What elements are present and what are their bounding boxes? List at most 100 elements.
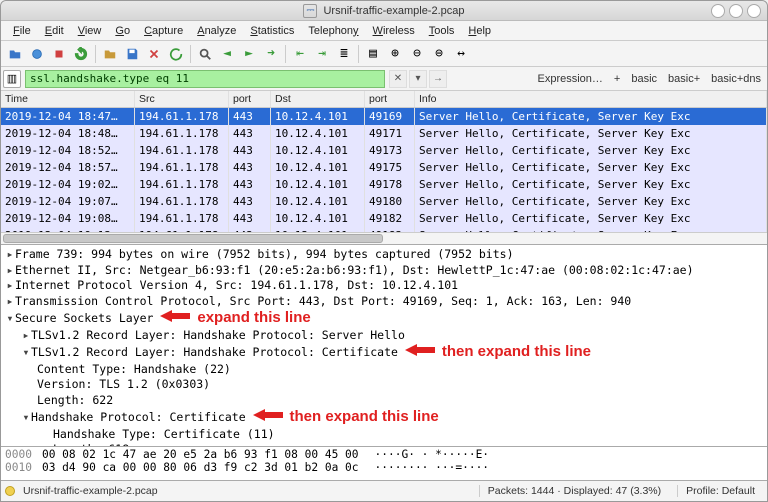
expand-toggle-icon[interactable]: ▾ (5, 311, 15, 327)
expert-info-icon[interactable] (5, 486, 15, 496)
detail-tls-hello[interactable]: TLSv1.2 Record Layer: Handshake Protocol… (31, 328, 405, 342)
annotation-text: then expand this line (290, 408, 439, 425)
hex-bytes-row: 00 08 02 1c 47 ae 20 e5 2a b6 93 f1 08 0… (42, 448, 359, 461)
expand-toggle-icon[interactable]: ▾ (21, 345, 31, 361)
resize-columns-icon[interactable]: ↔ (451, 44, 471, 64)
expand-toggle-icon[interactable]: ▸ (21, 328, 31, 344)
expand-toggle-icon[interactable]: ▸ (5, 278, 15, 294)
menu-tools[interactable]: Tools (423, 23, 461, 39)
packet-list-hscrollbar[interactable] (1, 232, 767, 244)
start-capture-icon[interactable] (27, 44, 47, 64)
statusbar: Ursnif-traffic-example-2.pcap Packets: 1… (1, 481, 767, 501)
detail-ethernet[interactable]: Ethernet II, Src: Netgear_b6:93:f1 (20:e… (15, 263, 694, 277)
window-maximize-button[interactable] (729, 4, 743, 18)
menu-wireless[interactable]: Wireless (367, 23, 421, 39)
display-filter-bar: ▥ ssl.handshake.type eq 11 ✕ ▾ → Express… (1, 67, 767, 91)
filter-clear-icon[interactable]: ✕ (389, 70, 407, 88)
zoom-reset-icon[interactable]: ⊜ (429, 44, 449, 64)
go-back-icon[interactable]: ◄ (217, 44, 237, 64)
hex-bytes-row: 03 d4 90 ca 00 00 80 06 d3 f9 c2 3d 01 b… (42, 461, 359, 474)
window-close-button[interactable] (747, 4, 761, 18)
menu-statistics[interactable]: Statistics (244, 23, 300, 39)
packet-list-pane: Time Src port Dst port Info 2019-12-04 1… (1, 91, 767, 245)
window-minimize-button[interactable] (711, 4, 725, 18)
close-file-icon[interactable] (144, 44, 164, 64)
table-row[interactable]: 2019-12-04 18:57…194.61.1.17844310.12.4.… (1, 159, 767, 176)
window-title: Ursnif-traffic-example-2.pcap (323, 5, 464, 17)
table-row[interactable]: 2019-12-04 19:08…194.61.1.17844310.12.4.… (1, 210, 767, 227)
packet-list-header: Time Src port Dst port Info (1, 91, 767, 108)
hex-offset: 0000 (5, 448, 32, 461)
table-row[interactable]: 2019-12-04 19:02…194.61.1.17844310.12.4.… (1, 176, 767, 193)
annotation-arrow-icon (160, 309, 190, 328)
detail-frame[interactable]: Frame 739: 994 bytes on wire (7952 bits)… (15, 247, 514, 261)
autoscroll-icon[interactable]: ≣ (334, 44, 354, 64)
status-file: Ursnif-traffic-example-2.pcap (23, 485, 158, 497)
status-profile[interactable]: Profile: Default (677, 485, 763, 497)
column-header-info[interactable]: Info (415, 91, 767, 107)
menu-help[interactable]: Help (462, 23, 497, 39)
menu-analyze[interactable]: Analyze (191, 23, 242, 39)
filter-apply-icon[interactable]: → (429, 70, 447, 88)
go-to-icon[interactable]: ➜ (261, 44, 281, 64)
main-toolbar: ◄ ► ➜ ⇤ ⇥ ≣ ▤ ⊕ ⊖ ⊜ ↔ (1, 41, 767, 67)
menu-go[interactable]: Go (109, 23, 136, 39)
expand-toggle-icon[interactable]: ▸ (5, 263, 15, 279)
table-row[interactable]: 2019-12-04 19:07…194.61.1.17844310.12.4.… (1, 193, 767, 210)
detail-version[interactable]: Version: TLS 1.2 (0x0303) (37, 377, 210, 391)
zoom-in-icon[interactable]: ⊕ (385, 44, 405, 64)
menu-view[interactable]: View (72, 23, 108, 39)
expand-toggle-icon[interactable]: ▸ (5, 294, 15, 310)
column-header-dst[interactable]: Dst (271, 91, 365, 107)
hex-ascii-row: ········ ···=···· (375, 461, 490, 474)
detail-hs-type[interactable]: Handshake Type: Certificate (11) (53, 427, 275, 441)
detail-tls-cert[interactable]: TLSv1.2 Record Layer: Handshake Protocol… (31, 345, 398, 359)
menu-edit[interactable]: Edit (39, 23, 70, 39)
go-first-icon[interactable]: ⇤ (290, 44, 310, 64)
annotation-arrow-icon (405, 343, 435, 362)
stop-capture-icon[interactable] (49, 44, 69, 64)
table-row[interactable]: 2019-12-04 18:48…194.61.1.17844310.12.4.… (1, 125, 767, 142)
filter-preset-basic-dns[interactable]: basic+dns (707, 73, 765, 85)
filter-preset-basic[interactable]: basic (627, 73, 661, 85)
detail-length[interactable]: Length: 622 (37, 393, 113, 407)
go-forward-icon[interactable]: ► (239, 44, 259, 64)
menu-telephony[interactable]: Telephony (302, 23, 364, 39)
column-header-sport[interactable]: port (229, 91, 271, 107)
annotation-text: then expand this line (442, 343, 591, 360)
restart-capture-icon[interactable] (71, 44, 91, 64)
window-titlebar: ⎓ Ursnif-traffic-example-2.pcap (1, 1, 767, 21)
open-icon[interactable] (100, 44, 120, 64)
expand-toggle-icon[interactable]: ▸ (5, 247, 15, 263)
zoom-out-icon[interactable]: ⊖ (407, 44, 427, 64)
packet-bytes-pane[interactable]: 0000 0010 00 08 02 1c 47 ae 20 e5 2a b6 … (1, 447, 767, 481)
column-header-time[interactable]: Time (1, 91, 135, 107)
app-icon: ⎓ (303, 4, 317, 18)
detail-tcp[interactable]: Transmission Control Protocol, Src Port:… (15, 294, 631, 308)
hex-ascii-row: ····G· · *·····E· (375, 448, 490, 461)
filter-add-button[interactable]: + (610, 73, 624, 85)
go-last-icon[interactable]: ⇥ (312, 44, 332, 64)
filter-bookmark-icon[interactable]: ▥ (3, 70, 21, 88)
save-icon[interactable] (122, 44, 142, 64)
detail-ssl[interactable]: Secure Sockets Layer (15, 311, 153, 325)
table-row[interactable]: 2019-12-04 18:52…194.61.1.17844310.12.4.… (1, 142, 767, 159)
colorize-icon[interactable]: ▤ (363, 44, 383, 64)
reload-icon[interactable] (166, 44, 186, 64)
expand-toggle-icon[interactable]: ▾ (21, 410, 31, 426)
display-filter-input[interactable]: ssl.handshake.type eq 11 (25, 70, 385, 88)
filter-dropdown-icon[interactable]: ▾ (409, 70, 427, 88)
find-icon[interactable] (195, 44, 215, 64)
menu-capture[interactable]: Capture (138, 23, 189, 39)
detail-ip[interactable]: Internet Protocol Version 4, Src: 194.61… (15, 278, 458, 292)
filter-preset-basic-plus[interactable]: basic+ (664, 73, 704, 85)
menu-file[interactable]: File (7, 23, 37, 39)
table-row[interactable]: 2019-12-04 18:47…194.61.1.17844310.12.4.… (1, 108, 767, 125)
column-header-src[interactable]: Src (135, 91, 229, 107)
packet-details-pane: ▸Frame 739: 994 bytes on wire (7952 bits… (1, 245, 767, 447)
open-file-icon[interactable] (5, 44, 25, 64)
detail-content-type[interactable]: Content Type: Handshake (22) (37, 362, 231, 376)
column-header-dport[interactable]: port (365, 91, 415, 107)
filter-expression-button[interactable]: Expression… (534, 73, 607, 85)
detail-handshake-cert[interactable]: Handshake Protocol: Certificate (31, 410, 246, 424)
